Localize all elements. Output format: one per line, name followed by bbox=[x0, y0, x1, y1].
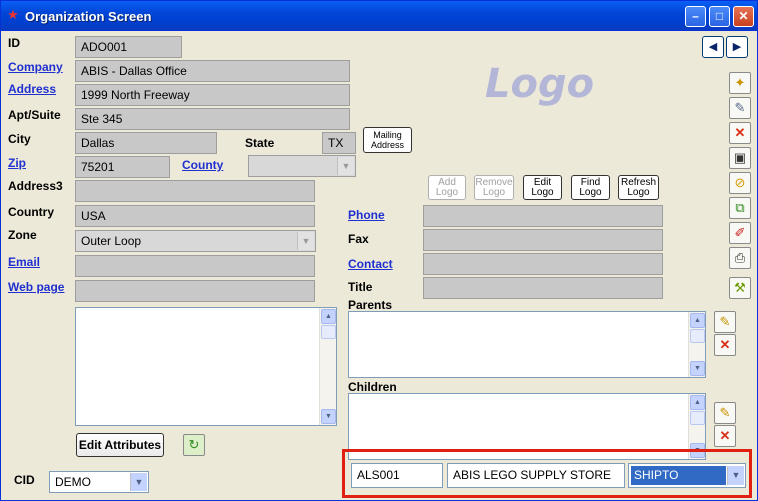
new-record-icon[interactable]: ✦ bbox=[729, 72, 751, 94]
address-type-value: SHIPTO bbox=[631, 466, 726, 485]
delete-parent-icon[interactable]: ✕ bbox=[714, 334, 736, 356]
address3-label: Address3 bbox=[8, 179, 63, 193]
app-icon: ★ bbox=[7, 7, 19, 22]
title-label: Title bbox=[348, 280, 373, 294]
address-field[interactable]: 1999 North Freeway bbox=[75, 84, 350, 106]
minimize-button[interactable]: – bbox=[685, 6, 706, 27]
scroll-down-icon[interactable]: ▼ bbox=[321, 409, 336, 424]
parents-label: Parents bbox=[348, 298, 393, 312]
add-logo-button[interactable]: Add Logo bbox=[428, 175, 466, 200]
copy-icon[interactable]: ⧉ bbox=[729, 197, 751, 219]
cid-label: CID bbox=[14, 473, 35, 487]
store-name-field[interactable]: ABIS LEGO SUPPLY STORE bbox=[447, 463, 625, 488]
remove-logo-button[interactable]: Remove Logo bbox=[474, 175, 514, 200]
window-title: Organization Screen bbox=[25, 9, 152, 24]
phone-field[interactable] bbox=[423, 205, 663, 227]
delete-record-icon[interactable]: ✕ bbox=[729, 122, 751, 144]
find-logo-button[interactable]: Find Logo bbox=[571, 175, 610, 200]
add-child-icon[interactable]: ✎ bbox=[714, 402, 736, 424]
email-link[interactable]: Email bbox=[8, 255, 40, 269]
zone-label: Zone bbox=[8, 228, 37, 242]
parents-scrollbar[interactable]: ▲ ▼ bbox=[688, 312, 705, 377]
cancel-icon[interactable]: ⊘ bbox=[729, 172, 751, 194]
mailing-address-button[interactable]: Mailing Address bbox=[363, 127, 412, 153]
refresh-logo-button[interactable]: Refresh Logo bbox=[618, 175, 659, 200]
phone-link[interactable]: Phone bbox=[348, 208, 385, 222]
state-label: State bbox=[245, 136, 275, 150]
scroll-down-icon[interactable]: ▼ bbox=[690, 361, 705, 376]
save-icon[interactable]: ▣ bbox=[729, 147, 751, 169]
parents-list[interactable]: ▲ ▼ bbox=[348, 311, 706, 378]
children-label: Children bbox=[348, 380, 397, 394]
notes-icon[interactable]: ✐ bbox=[729, 222, 751, 244]
county-select[interactable]: ▼ bbox=[248, 155, 356, 177]
next-record-button[interactable]: ▶ bbox=[726, 36, 748, 58]
scroll-up-icon[interactable]: ▲ bbox=[690, 313, 705, 328]
id-label: ID bbox=[8, 36, 20, 50]
contact-field[interactable] bbox=[423, 253, 663, 275]
apt-suite-field[interactable]: Ste 345 bbox=[75, 108, 350, 130]
close-button[interactable]: ✕ bbox=[733, 6, 754, 27]
state-field[interactable]: TX bbox=[322, 132, 356, 154]
zone-value: Outer Loop bbox=[81, 234, 142, 248]
zip-link[interactable]: Zip bbox=[8, 156, 26, 170]
zip-field[interactable]: 75201 bbox=[75, 156, 170, 178]
notes-textarea[interactable]: ▲ ▼ bbox=[75, 307, 337, 426]
zone-select[interactable]: Outer Loop ▼ bbox=[75, 230, 316, 252]
company-link[interactable]: Company bbox=[8, 60, 63, 74]
tools-icon[interactable]: ⚒ bbox=[729, 277, 751, 299]
notes-scrollbar[interactable]: ▲ ▼ bbox=[319, 308, 336, 425]
scroll-thumb[interactable] bbox=[321, 325, 336, 339]
country-field[interactable]: USA bbox=[75, 205, 315, 227]
scroll-up-icon[interactable]: ▲ bbox=[690, 395, 705, 410]
address3-field[interactable] bbox=[75, 180, 315, 202]
cid-value: DEMO bbox=[55, 475, 91, 489]
organization-window: ★ Organization Screen – □ ✕ ID Company A… bbox=[0, 0, 758, 501]
refresh-icon[interactable]: ↻ bbox=[183, 434, 205, 456]
edit-logo-button[interactable]: Edit Logo bbox=[523, 175, 562, 200]
maximize-button[interactable]: □ bbox=[709, 6, 730, 27]
chevron-down-icon[interactable]: ▼ bbox=[130, 473, 147, 491]
scroll-thumb[interactable] bbox=[690, 329, 705, 343]
web-page-field[interactable] bbox=[75, 280, 315, 302]
delete-child-icon[interactable]: ✕ bbox=[714, 425, 736, 447]
chevron-down-icon[interactable]: ▼ bbox=[297, 232, 314, 250]
title-bar: ★ Organization Screen – □ ✕ bbox=[1, 1, 757, 31]
county-link[interactable]: County bbox=[182, 158, 223, 172]
id-field[interactable]: ADO001 bbox=[75, 36, 182, 58]
logo-placeholder: Logo bbox=[485, 61, 595, 107]
store-code-field[interactable]: ALS001 bbox=[351, 463, 443, 488]
chevron-down-icon[interactable]: ▼ bbox=[337, 157, 354, 175]
previous-record-button[interactable]: ◀ bbox=[702, 36, 724, 58]
fax-label: Fax bbox=[348, 232, 369, 246]
apt-suite-label: Apt/Suite bbox=[8, 108, 61, 122]
contact-link[interactable]: Contact bbox=[348, 257, 393, 271]
company-field[interactable]: ABIS - Dallas Office bbox=[75, 60, 350, 82]
chevron-down-icon[interactable]: ▼ bbox=[727, 466, 744, 485]
edit-attributes-button[interactable]: Edit Attributes bbox=[76, 433, 164, 457]
country-label: Country bbox=[8, 205, 54, 219]
city-field[interactable]: Dallas bbox=[75, 132, 217, 154]
web-page-link[interactable]: Web page bbox=[8, 280, 64, 294]
print-icon[interactable]: ⎙ bbox=[729, 247, 751, 269]
address-link[interactable]: Address bbox=[8, 82, 56, 96]
add-parent-icon[interactable]: ✎ bbox=[714, 311, 736, 333]
fax-field[interactable] bbox=[423, 229, 663, 251]
city-label: City bbox=[8, 132, 31, 146]
title-field[interactable] bbox=[423, 277, 663, 299]
edit-record-icon[interactable]: ✎ bbox=[729, 97, 751, 119]
address-type-select[interactable]: SHIPTO ▼ bbox=[628, 463, 746, 488]
scroll-up-icon[interactable]: ▲ bbox=[321, 309, 336, 324]
scroll-thumb[interactable] bbox=[690, 411, 705, 425]
email-field[interactable] bbox=[75, 255, 315, 277]
cid-select[interactable]: DEMO ▼ bbox=[49, 471, 149, 493]
